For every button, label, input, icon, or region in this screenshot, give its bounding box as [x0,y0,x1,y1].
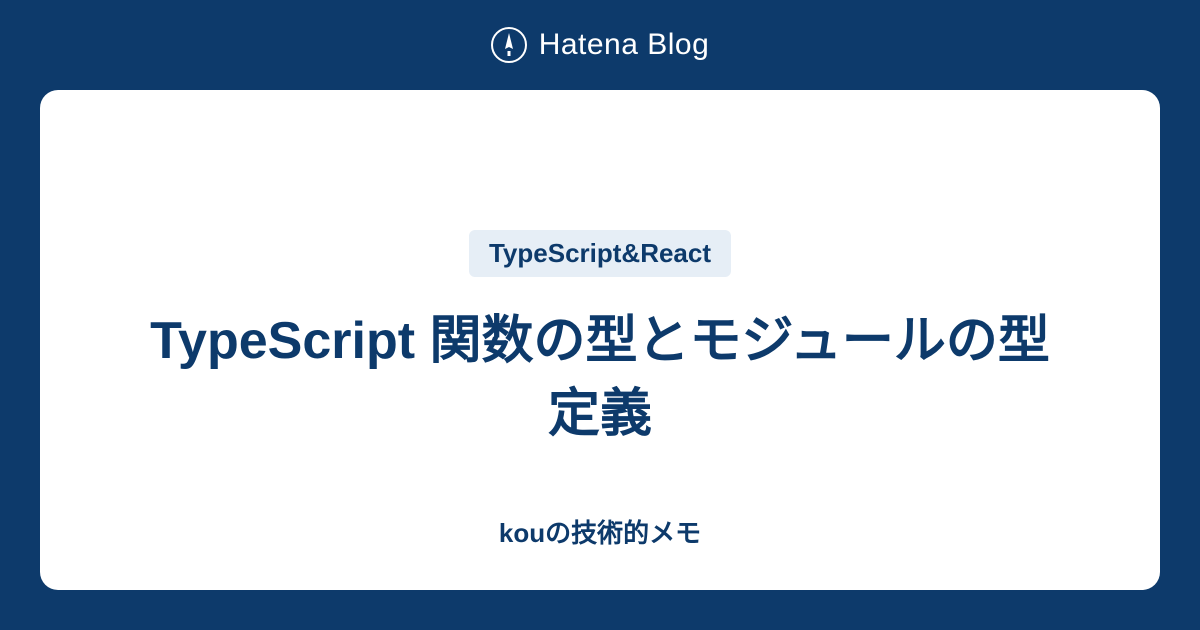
brand-name: Hatena Blog [539,28,710,62]
category-chip: TypeScript&React [469,230,731,277]
brand-header: Hatena Blog [0,0,1200,90]
pen-icon [491,27,527,63]
blog-name: kouの技術的メモ [499,513,701,550]
article-title: TypeScript 関数の型とモジュールの型定義 [150,305,1050,451]
article-card: TypeScript&React TypeScript 関数の型とモジュールの型… [40,90,1160,590]
